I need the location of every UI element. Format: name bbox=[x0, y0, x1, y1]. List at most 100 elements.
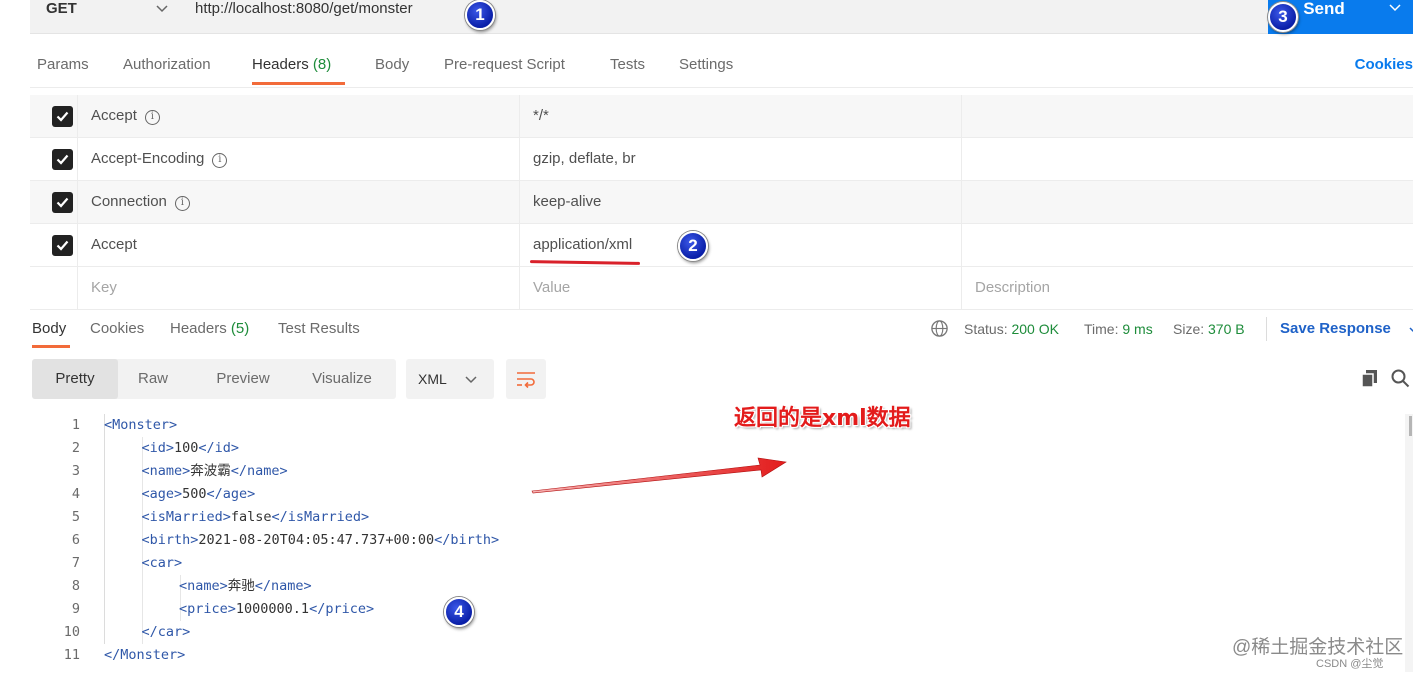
table-row-new: Key Value Description bbox=[30, 267, 1413, 310]
tab-settings[interactable]: Settings bbox=[679, 56, 733, 73]
scrollbar-thumb[interactable] bbox=[1409, 416, 1412, 436]
check-icon bbox=[56, 197, 69, 208]
header-checkbox[interactable] bbox=[52, 106, 73, 127]
cookies-link[interactable]: Cookies bbox=[1355, 56, 1413, 73]
key-cell[interactable]: Accept i bbox=[78, 95, 520, 138]
format-select[interactable]: XML bbox=[406, 359, 494, 399]
key-cell[interactable]: Accept-Encoding i bbox=[78, 138, 520, 181]
view-visualize-button[interactable]: Visualize bbox=[298, 359, 386, 399]
size-value: 370 B bbox=[1208, 321, 1245, 337]
code-text: </car> bbox=[142, 621, 191, 644]
tab-pre-request-script[interactable]: Pre-request Script bbox=[444, 56, 565, 73]
check-icon bbox=[56, 111, 69, 122]
line-number: 11 bbox=[63, 647, 80, 663]
xml-open-tag: <name> bbox=[179, 578, 228, 594]
description-cell[interactable] bbox=[962, 224, 1413, 267]
tab-params[interactable]: Params bbox=[37, 56, 89, 73]
check-icon bbox=[56, 240, 69, 251]
info-icon[interactable]: i bbox=[174, 196, 190, 211]
view-pretty-button[interactable]: Pretty bbox=[32, 359, 118, 399]
format-label: XML bbox=[418, 371, 447, 387]
xml-text: 奔驰 bbox=[227, 578, 255, 594]
annotation-badge-4: 4 bbox=[444, 597, 474, 627]
line-number: 6 bbox=[71, 532, 80, 548]
wrap-lines-button[interactable] bbox=[506, 359, 546, 399]
url-input[interactable]: http://localhost:8080/get/monster bbox=[195, 0, 413, 18]
code-line: 8 <name>奔驰</name> bbox=[30, 575, 1400, 598]
active-tab-indicator bbox=[32, 345, 70, 348]
tab-response-headers[interactable]: Headers (5) bbox=[170, 320, 249, 337]
header-value: gzip, deflate, br bbox=[533, 150, 636, 167]
scrollbar[interactable] bbox=[1405, 414, 1413, 672]
checkbox-cell bbox=[30, 138, 78, 181]
tab-count: (5) bbox=[230, 320, 250, 337]
line-number: 1 bbox=[71, 417, 80, 433]
code-text: <price>1000000.1</price> bbox=[179, 598, 374, 621]
description-cell[interactable]: Description bbox=[962, 267, 1413, 310]
line-number: 9 bbox=[71, 601, 80, 617]
header-checkbox[interactable] bbox=[52, 192, 73, 213]
tab-count: (8) bbox=[312, 56, 332, 73]
tab-tests[interactable]: Tests bbox=[610, 56, 645, 73]
code-line: 1 <Monster> bbox=[30, 414, 1400, 437]
xml-close-tag: </id> bbox=[198, 440, 240, 456]
xml-open-tag: </car> bbox=[141, 624, 191, 640]
description-cell[interactable] bbox=[962, 138, 1413, 181]
header-checkbox[interactable] bbox=[52, 149, 73, 170]
tab-authorization[interactable]: Authorization bbox=[123, 56, 211, 73]
chevron-down-icon[interactable] bbox=[154, 0, 170, 16]
search-icon[interactable] bbox=[1390, 368, 1410, 388]
info-icon[interactable]: i bbox=[144, 110, 160, 125]
value-cell[interactable]: */* bbox=[520, 95, 962, 138]
response-size[interactable]: Size: 370 B bbox=[1173, 321, 1245, 337]
value-cell[interactable]: gzip, deflate, br bbox=[520, 138, 962, 181]
xml-text: 1000000.1 bbox=[235, 601, 310, 617]
view-preview-button[interactable]: Preview bbox=[200, 359, 286, 399]
code-text: <name>奔波霸</name> bbox=[142, 460, 288, 483]
description-cell[interactable] bbox=[962, 95, 1413, 138]
info-icon[interactable]: i bbox=[212, 153, 228, 168]
status-code[interactable]: Status: 200 OK bbox=[964, 321, 1059, 337]
xml-text: 500 bbox=[182, 486, 207, 502]
method-select[interactable]: GET bbox=[46, 0, 77, 18]
checkbox-cell bbox=[30, 224, 78, 267]
xml-open-tag: <birth> bbox=[141, 532, 199, 548]
response-tabs: Body Cookies Headers (5) Test Results St… bbox=[30, 315, 1413, 349]
key-placeholder: Key bbox=[91, 279, 117, 296]
value-cell[interactable]: Value bbox=[520, 267, 962, 310]
code-text: <Monster> bbox=[104, 414, 177, 437]
code-line: 11 </Monster> bbox=[30, 644, 1400, 667]
chevron-down-icon[interactable] bbox=[1408, 323, 1413, 337]
copy-icon[interactable] bbox=[1360, 368, 1380, 388]
header-checkbox[interactable] bbox=[52, 235, 73, 256]
tab-label: Authorization bbox=[123, 56, 211, 73]
save-response-button[interactable]: Save Response bbox=[1280, 320, 1391, 337]
xml-open-tag: <id> bbox=[141, 440, 175, 456]
key-cell[interactable]: Accept bbox=[78, 224, 520, 267]
key-cell[interactable]: Connection i bbox=[78, 181, 520, 224]
checkbox-cell bbox=[30, 181, 78, 224]
tab-response-cookies[interactable]: Cookies bbox=[90, 320, 144, 337]
xml-text: 2021-08-20T04:05:47.737+00:00 bbox=[198, 532, 435, 548]
key-cell[interactable]: Key bbox=[78, 267, 520, 310]
xml-open-tag: <name> bbox=[141, 463, 191, 479]
header-value: application/xml bbox=[533, 236, 633, 253]
line-number: 8 bbox=[71, 578, 80, 594]
description-cell[interactable] bbox=[962, 181, 1413, 224]
tab-body[interactable]: Body bbox=[375, 56, 409, 73]
chevron-down-icon[interactable] bbox=[1387, 0, 1403, 16]
tab-label: Test Results bbox=[278, 320, 360, 337]
divider bbox=[1266, 317, 1267, 341]
tab-response-body[interactable]: Body bbox=[32, 320, 66, 337]
header-key: Accept-Encoding bbox=[91, 150, 205, 167]
response-time[interactable]: Time: 9 ms bbox=[1084, 321, 1153, 337]
tab-test-results[interactable]: Test Results bbox=[278, 320, 360, 337]
view-raw-button[interactable]: Raw bbox=[122, 359, 184, 399]
line-number: 10 bbox=[63, 624, 80, 640]
status-value: 200 OK bbox=[1011, 321, 1059, 337]
code-line: 9 <price>1000000.1</price> bbox=[30, 598, 1400, 621]
annotation-text: 返回的是xml数据 bbox=[734, 406, 911, 431]
value-cell[interactable]: keep-alive bbox=[520, 181, 962, 224]
globe-icon[interactable] bbox=[930, 319, 949, 338]
tab-headers[interactable]: Headers (8) bbox=[252, 56, 331, 73]
